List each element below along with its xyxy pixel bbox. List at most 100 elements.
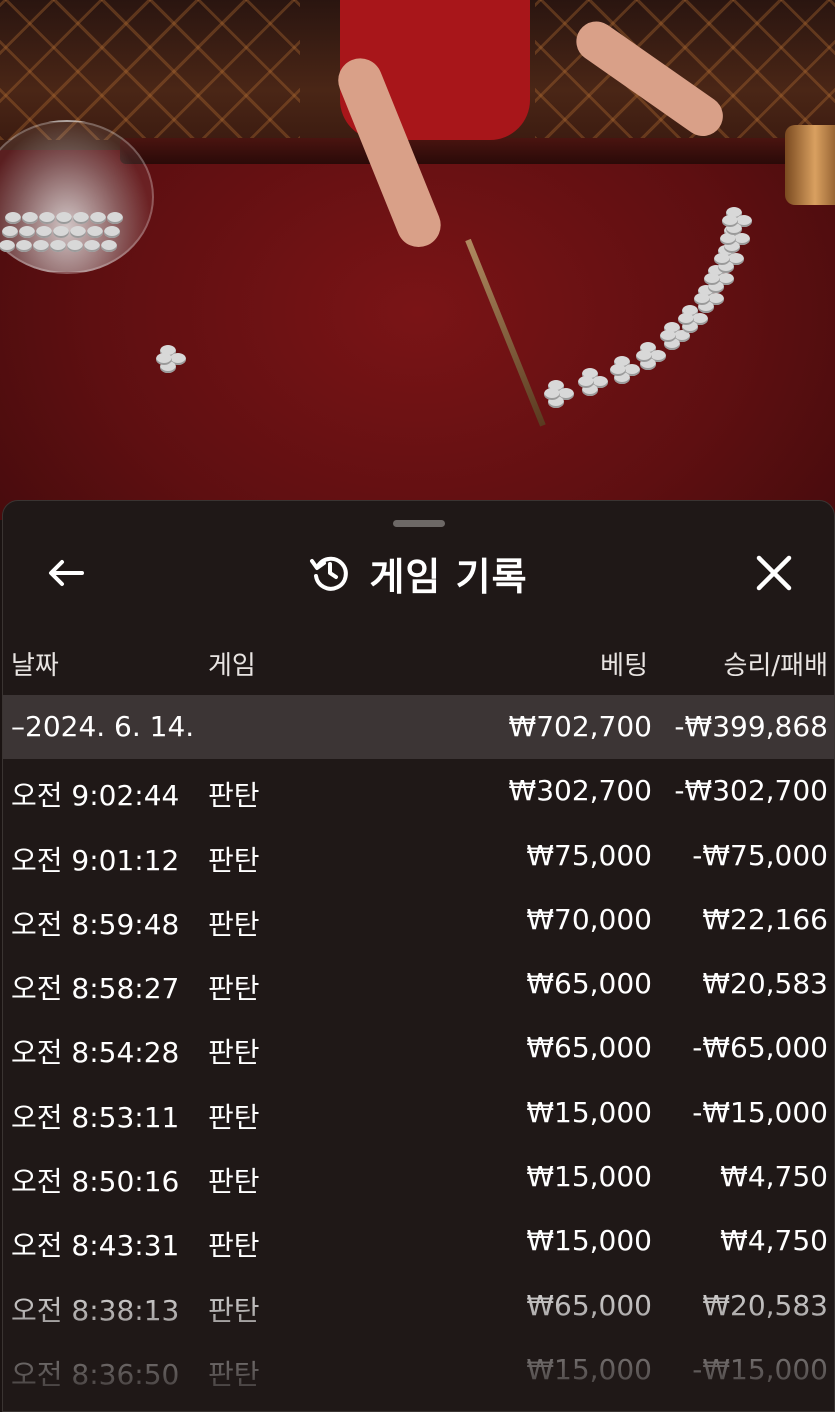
row-result: ₩4,750 [720,1224,828,1258]
row-result: ₩20,583 [702,967,828,1001]
row-result: ₩20,583 [702,1288,828,1322]
row-time: 오전 8:43:31 [11,1229,180,1263]
history-table: –2024. 6. 14. ₩702,700 -₩399,868 오전 9:02… [3,695,834,1402]
row-bet: ₩75,000 [526,838,652,872]
row-bet: ₩70,000 [526,902,652,936]
dealer-stick [465,238,546,427]
column-header-date: 날짜 [11,651,59,681]
back-button[interactable] [41,551,91,595]
row-time: 오전 9:01:12 [11,843,180,877]
row-bet: ₩15,000 [526,1095,652,1129]
row-game: 판탄 [208,907,260,941]
row-result: -₩302,700 [674,774,828,808]
table-row[interactable]: 오전 8:59:48 판탄 ₩70,000 ₩22,166 [3,888,834,952]
bead [33,240,49,252]
bead [73,212,89,224]
row-game: 판탄 [208,1036,260,1070]
row-bet: ₩65,000 [526,967,652,1001]
row-time: 오전 8:59:48 [11,907,180,941]
row-game: 판탄 [208,1165,260,1199]
bead [16,240,32,252]
row-game: 판탄 [208,1100,260,1134]
bead [22,212,38,224]
page-title: 게임 기록 [369,554,528,599]
bead [101,240,117,252]
row-time: 오전 8:36:50 [11,1357,180,1391]
row-bet: ₩15,000 [526,1224,652,1258]
summary-bet: ₩702,700 [508,710,652,743]
bead [722,215,738,227]
bead [36,226,52,238]
brass-cup [785,125,835,205]
table-header: 날짜 게임 베팅 승리/패배 [3,641,834,685]
summary-date: –2024. 6. 14. [11,710,195,743]
row-result: ₩22,166 [702,902,828,936]
close-icon [756,555,792,591]
row-bet: ₩15,000 [526,1352,652,1386]
table-row[interactable]: 오전 8:38:13 판탄 ₩65,000 ₩20,583 [3,1274,834,1338]
bead [2,226,18,238]
bead [104,226,120,238]
column-header-game: 게임 [208,651,256,681]
bead [19,226,35,238]
table-row[interactable]: 오전 8:43:31 판탄 ₩15,000 ₩4,750 [3,1209,834,1273]
table-row[interactable]: 오전 8:53:11 판탄 ₩15,000 -₩15,000 [3,1081,834,1145]
bead [56,212,72,224]
bead [714,253,730,265]
row-time: 오전 8:38:13 [11,1293,180,1327]
row-bet: ₩302,700 [508,774,652,808]
bead [156,353,172,365]
close-button[interactable] [748,549,800,597]
bead [84,240,100,252]
table-row[interactable]: 오전 8:50:16 판탄 ₩15,000 ₩4,750 [3,1145,834,1209]
bead [107,212,123,224]
row-game: 판탄 [208,779,260,813]
game-history-panel: 게임 기록 날짜 게임 베팅 승리/패배 –2024. 6. 14. ₩702,… [2,500,835,1412]
table-row[interactable]: 오전 9:02:44 판탄 ₩302,700 -₩302,700 [3,759,834,823]
row-game: 판탄 [208,1229,260,1263]
bead [53,226,69,238]
date-summary-row[interactable]: –2024. 6. 14. ₩702,700 -₩399,868 [3,695,834,760]
row-bet: ₩65,000 [526,1031,652,1065]
bead [694,293,710,305]
row-result: -₩15,000 [692,1352,828,1386]
live-video-feed [0,0,835,520]
row-time: 오전 8:50:16 [11,1165,180,1199]
table-row[interactable]: 오전 8:54:28 판탄 ₩65,000 -₩65,000 [3,1016,834,1080]
row-result: -₩15,000 [692,1095,828,1129]
row-bet: ₩15,000 [526,1160,652,1194]
bead [90,212,106,224]
bead [87,226,103,238]
row-game: 판탄 [208,972,260,1006]
column-header-bet: 베팅 [600,651,648,681]
table-row[interactable]: 오전 8:58:27 판탄 ₩65,000 ₩20,583 [3,952,834,1016]
drag-handle[interactable] [393,520,445,527]
bead [660,330,676,342]
table-edge [120,138,800,164]
row-time: 오전 8:53:11 [11,1100,180,1134]
bead [67,240,83,252]
row-game: 판탄 [208,843,260,877]
column-header-result: 승리/패배 [723,651,828,681]
history-icon [310,556,349,591]
summary-result: -₩399,868 [674,710,828,743]
row-time: 오전 9:02:44 [11,779,180,813]
bead [704,273,720,285]
table-row[interactable]: 오전 8:36:50 판탄 ₩15,000 -₩15,000 [3,1338,834,1402]
bead [70,226,86,238]
row-time: 오전 8:54:28 [11,1036,180,1070]
row-game: 판탄 [208,1293,260,1327]
bead [50,240,66,252]
arrow-left-icon [49,560,84,586]
panel-header: 게임 기록 [3,545,834,601]
bead [39,212,55,224]
bead [636,350,652,362]
bead [544,388,560,400]
row-result: ₩4,750 [720,1160,828,1194]
bead [610,364,626,376]
row-bet: ₩65,000 [526,1288,652,1322]
table-row[interactable]: 오전 9:01:12 판탄 ₩75,000 -₩75,000 [3,824,834,888]
bead [578,376,594,388]
row-time: 오전 8:58:27 [11,972,180,1006]
row-game: 판탄 [208,1357,260,1391]
